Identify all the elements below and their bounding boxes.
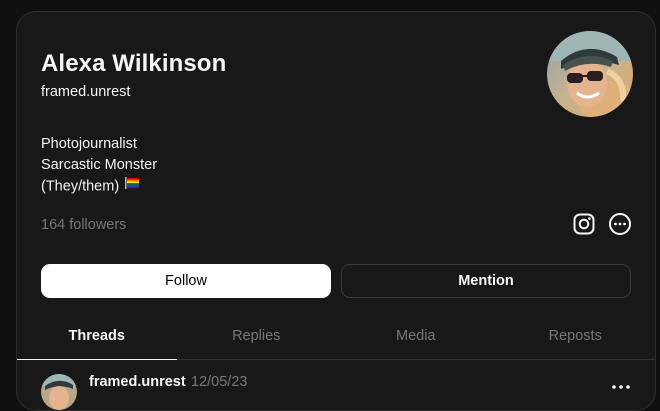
followers-count[interactable]: 164 followers — [41, 217, 126, 233]
mention-button[interactable]: Mention — [341, 264, 631, 298]
post-more-icon[interactable] — [611, 378, 631, 389]
bio-line: Photojournalist — [41, 136, 137, 152]
tab-threads[interactable]: Threads — [17, 315, 177, 360]
tab-reposts[interactable]: Reposts — [496, 315, 656, 359]
profile-username[interactable]: framed.unrest — [41, 84, 130, 100]
more-icon[interactable] — [608, 212, 632, 236]
bio-line: Sarcastic Monster — [41, 157, 158, 173]
rainbow-flag-icon — [124, 175, 140, 196]
avatar-photo — [41, 374, 77, 410]
profile-card: Alexa Wilkinson framed.unrest Photojourn… — [16, 11, 656, 411]
avatar[interactable] — [41, 374, 77, 410]
bio-line: (They/them) — [41, 178, 120, 195]
tab-media[interactable]: Media — [336, 315, 496, 359]
tab-replies[interactable]: Replies — [177, 315, 337, 359]
profile-name: Alexa Wilkinson — [41, 50, 227, 77]
avatar[interactable] — [547, 31, 633, 117]
instagram-icon[interactable] — [572, 212, 596, 236]
profile-bio: Photojournalist Sarcastic Monster (They/… — [41, 134, 157, 197]
follow-button[interactable]: Follow — [41, 264, 331, 298]
post-username[interactable]: framed.unrest — [89, 374, 186, 390]
avatar-photo — [547, 31, 633, 117]
post-date: 12/05/23 — [191, 374, 248, 390]
bio-line-pronouns: (They/them) — [41, 176, 157, 197]
profile-tabs: Threads Replies Media Reposts — [17, 315, 655, 360]
